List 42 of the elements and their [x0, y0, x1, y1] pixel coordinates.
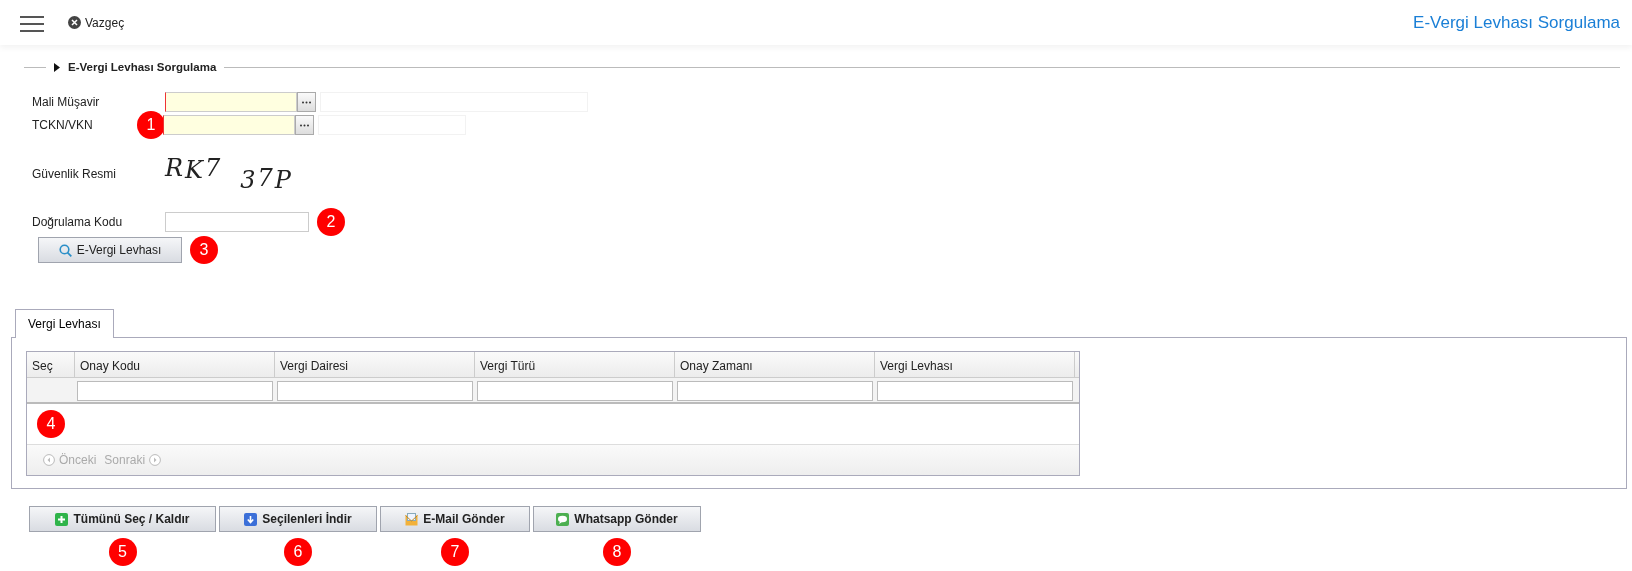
step-number: 3	[190, 236, 218, 265]
step-number: 6	[284, 538, 312, 567]
close-icon[interactable]	[68, 16, 81, 29]
download-icon	[244, 512, 258, 526]
field-label: Güvenlik Resmi	[32, 166, 118, 184]
search-button[interactable]: E-Vergi Levhası	[38, 237, 182, 264]
tab[interactable]: Vergi Levhası	[15, 309, 114, 339]
input-field[interactable]	[165, 212, 309, 233]
step-number: 2	[317, 208, 345, 237]
filter-field[interactable]	[677, 381, 873, 402]
input-field[interactable]	[165, 91, 297, 112]
action-button[interactable]: Tümünü Seç / Kaldır	[29, 506, 216, 533]
chat-icon	[556, 512, 570, 526]
filter-field[interactable]	[77, 381, 273, 402]
plus-icon	[55, 512, 69, 526]
lookup-button[interactable]	[295, 114, 314, 135]
more-icon	[302, 101, 311, 105]
action-button[interactable]: E-Mail Gönder	[380, 506, 530, 533]
step-number: 5	[108, 538, 137, 567]
input-field[interactable]	[163, 114, 295, 135]
cancel-button[interactable]: Vazgeç	[85, 13, 125, 32]
section-title: E-Vergi Levhası Sorgulama	[68, 60, 217, 75]
lookup-button[interactable]	[297, 91, 316, 112]
step-number: 8	[603, 538, 631, 567]
action-button[interactable]: Seçilenleri İndir	[219, 506, 377, 533]
captcha-text: RK7 37P	[165, 153, 293, 197]
step-number: 4	[37, 410, 65, 439]
filter-field[interactable]	[277, 381, 473, 402]
step-number: 1	[137, 110, 165, 139]
filter-field[interactable]	[877, 381, 1073, 402]
filter-field[interactable]	[477, 381, 673, 402]
step-number: 7	[441, 538, 469, 567]
action-button[interactable]: Whatsapp Gönder	[533, 506, 701, 533]
field-label: Doğrulama Kodu	[32, 214, 124, 232]
envelope-icon	[405, 512, 419, 526]
more-icon	[300, 124, 309, 128]
field-label: TCKN/VKN	[32, 116, 94, 134]
search-icon	[58, 243, 72, 257]
page-title: E-Vergi Levhası Sorgulama	[1413, 11, 1620, 34]
menu-icon[interactable]	[20, 14, 44, 31]
field-label: Mali Müşavir	[32, 93, 101, 111]
collapse-icon[interactable]	[54, 63, 60, 73]
